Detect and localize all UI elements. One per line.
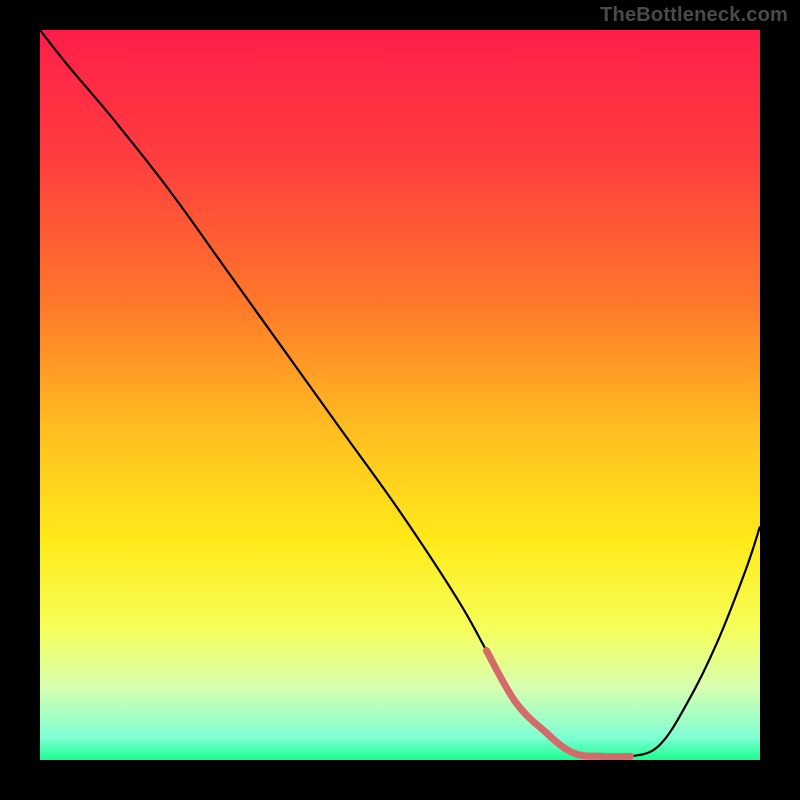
gradient-background (40, 30, 760, 760)
watermark-text: TheBottleneck.com (600, 4, 788, 27)
plot-area (40, 30, 760, 760)
chart-container: TheBottleneck.com (0, 0, 800, 800)
plot-svg (40, 30, 760, 760)
